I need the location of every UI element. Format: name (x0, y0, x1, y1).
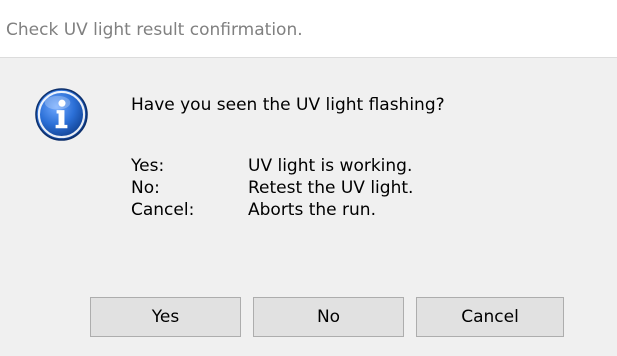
options-list: Yes: UV light is working. No: Retest the… (131, 155, 413, 221)
option-cancel: Cancel: Aborts the run. (131, 199, 413, 221)
window-title: Check UV light result confirmation. (6, 20, 303, 40)
confirmation-dialog: Check UV light result confirmation. Have… (0, 0, 617, 356)
question-text: Have you seen the UV light flashing? (131, 95, 445, 115)
button-row: Yes No Cancel (0, 297, 617, 337)
no-button[interactable]: No (253, 297, 404, 337)
option-key: No: (131, 178, 160, 198)
option-key: Yes: (131, 156, 165, 176)
title-bar: Check UV light result confirmation. (0, 0, 617, 58)
dialog-content: Have you seen the UV light flashing? Yes… (0, 59, 617, 356)
option-key: Cancel: (131, 200, 195, 220)
option-no: No: Retest the UV light. (131, 177, 413, 199)
option-description: Retest the UV light. (248, 178, 414, 198)
info-icon (35, 88, 88, 141)
option-description: Aborts the run. (248, 200, 376, 220)
option-yes: Yes: UV light is working. (131, 155, 413, 177)
option-description: UV light is working. (248, 156, 413, 176)
yes-button[interactable]: Yes (90, 297, 241, 337)
cancel-button[interactable]: Cancel (416, 297, 564, 337)
